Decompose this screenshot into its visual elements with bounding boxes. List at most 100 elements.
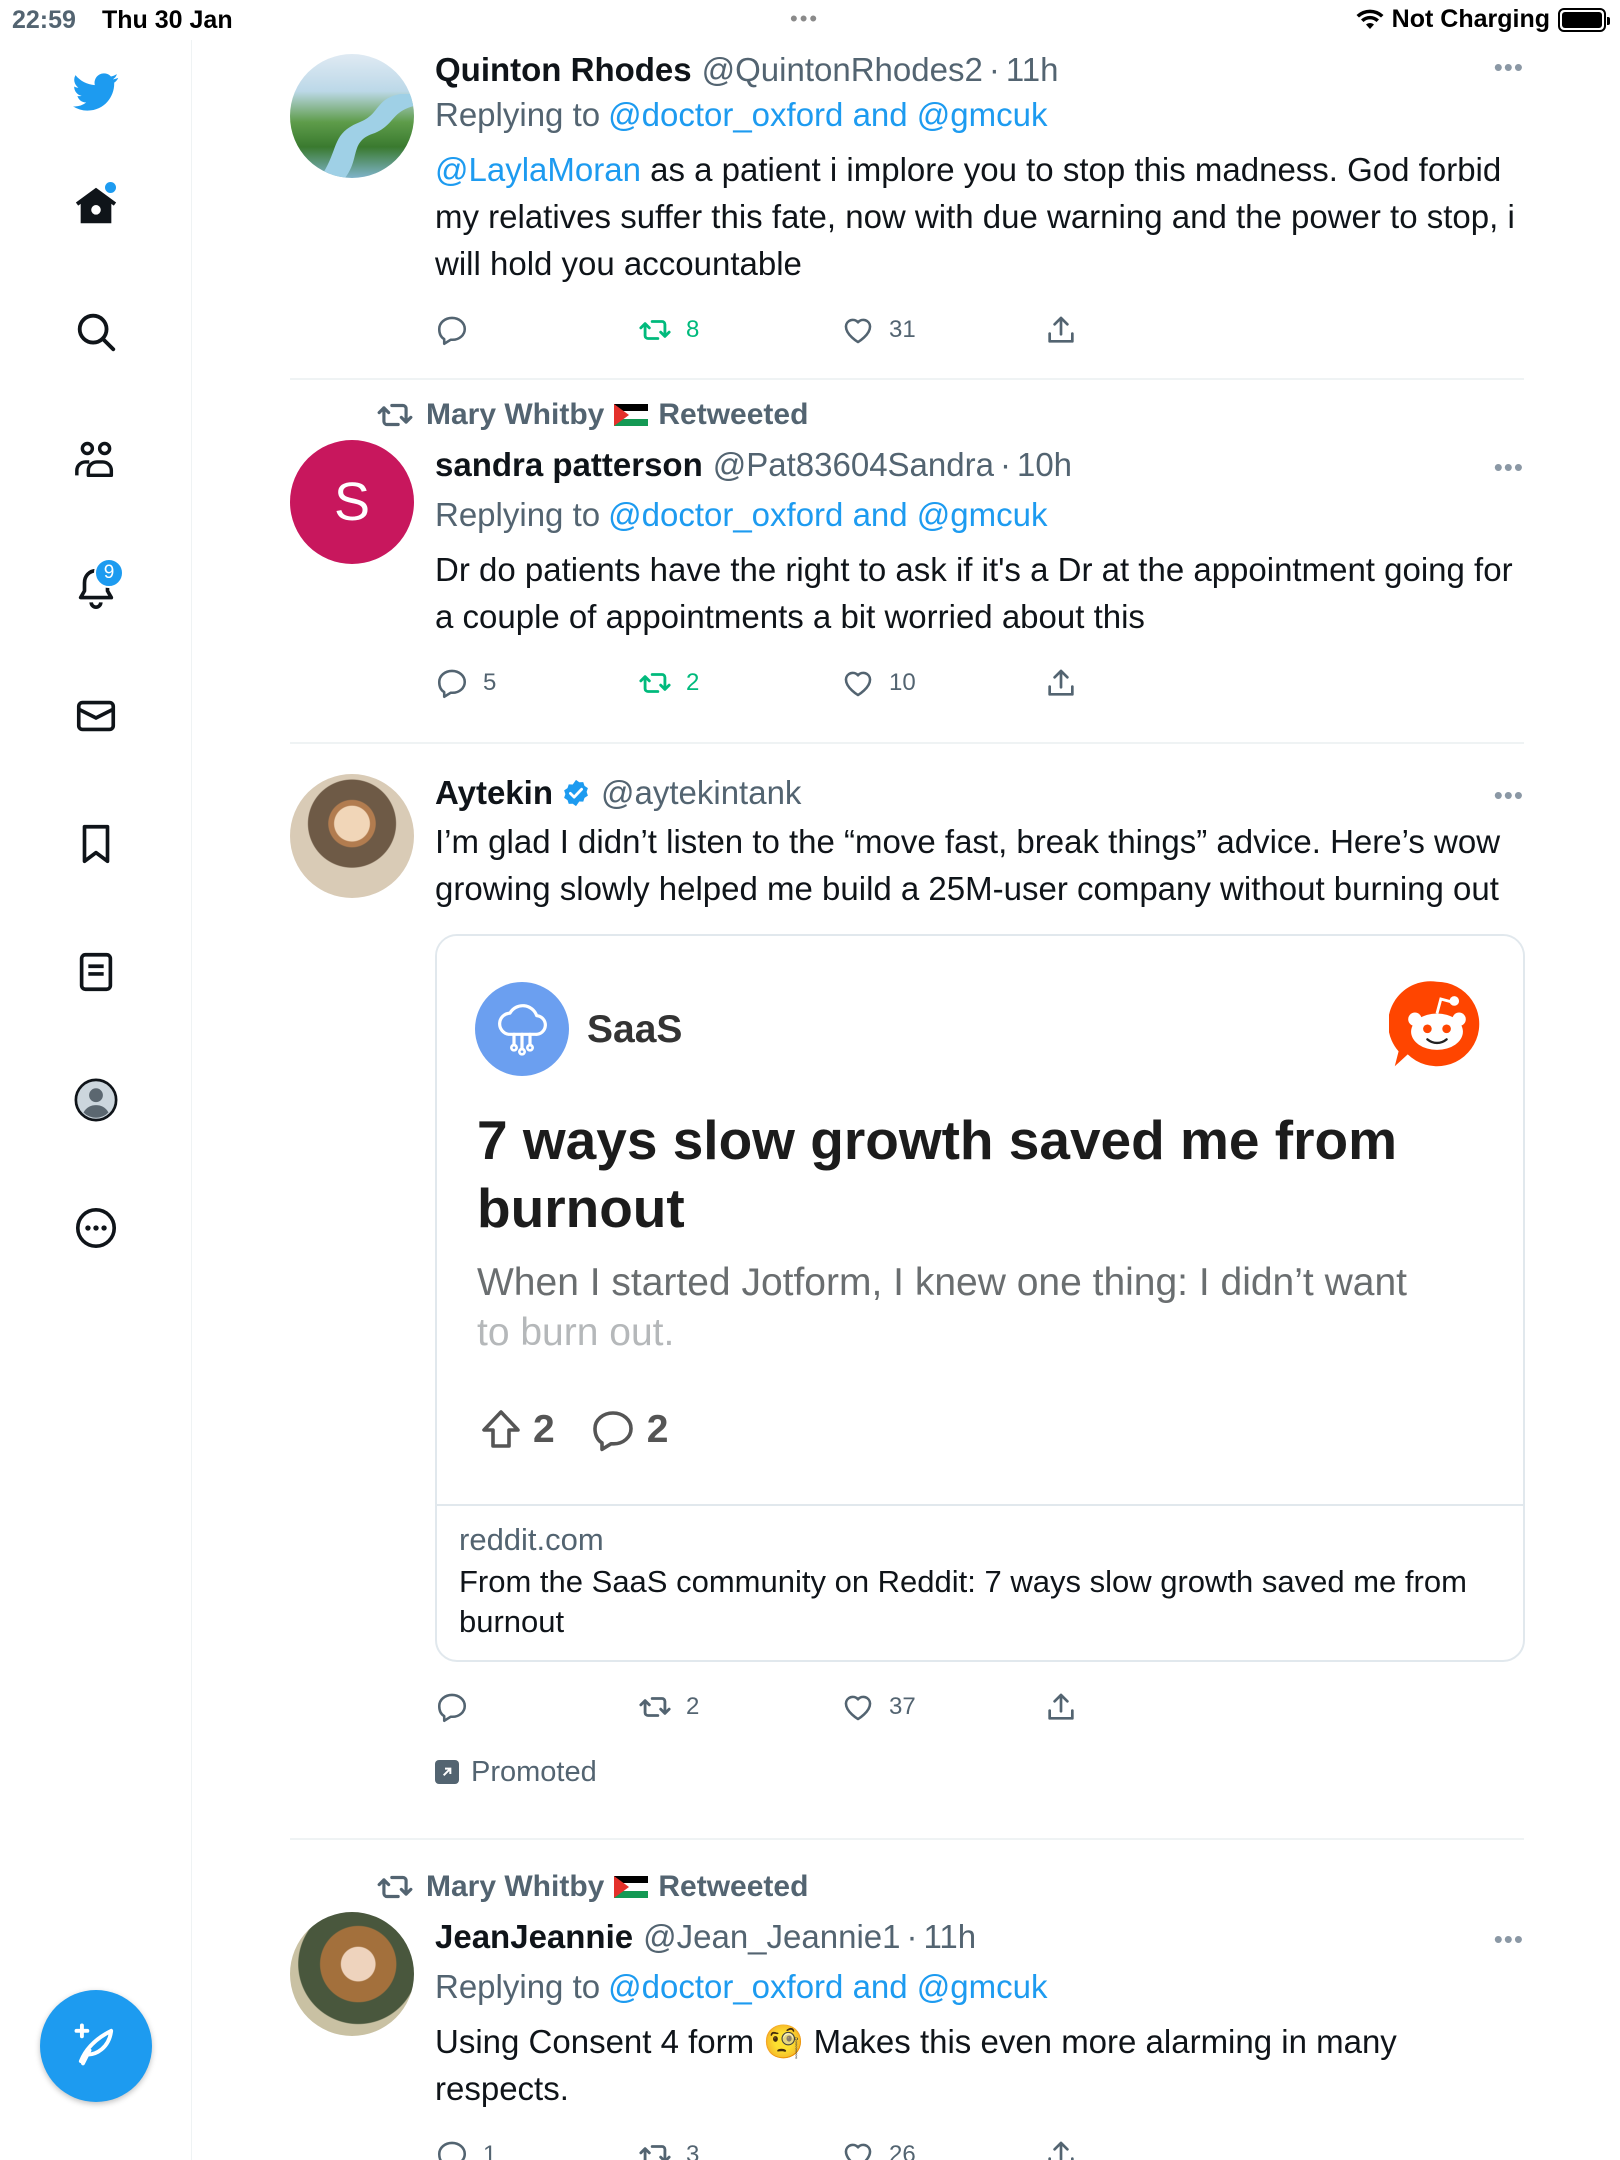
like-count: 37 [889,1693,916,1720]
reply-button[interactable]: 5 [435,666,638,700]
card-meta[interactable]: reddit.com From the SaaS community on Re… [437,1506,1523,1660]
heart-icon [844,318,872,344]
reply-icon [437,669,467,699]
share-button[interactable] [1044,666,1247,700]
retweet-count: 3 [686,2141,700,2160]
tweet-text: Using Consent 4 form 🧐 Makes this even m… [435,2018,1524,2112]
tweet-body-start: Using Consent 4 form [435,2023,764,2060]
tweet-time[interactable]: 11h [1006,51,1059,89]
reply-button[interactable]: 1 [435,2138,638,2160]
replying-to-link[interactable]: @doctor_oxford and @gmcuk [608,496,1047,534]
reply-button[interactable] [435,313,638,347]
reply-icon [437,1693,467,1723]
more-options-icon[interactable]: ••• [1494,780,1524,811]
display-name[interactable]: Quinton Rhodes [435,51,692,89]
retweeter-name[interactable]: Mary Whitby [426,398,604,432]
mention-link[interactable]: @LaylaMoran [435,151,641,188]
replying-to-link[interactable]: @doctor_oxford and @gmcuk [608,96,1047,134]
user-handle[interactable]: @Jean_Jeannie1 [643,1918,900,1956]
retweet-context: Mary Whitby Retweeted [376,1862,1524,1912]
user-handle[interactable]: @QuintonRhodes2 [702,51,983,89]
retweet-count: 2 [686,1693,700,1720]
tweet-text: I’m glad I didn’t listen to the “move fa… [435,823,1501,907]
avatar[interactable] [290,1912,414,2036]
lists-icon [79,952,113,992]
comment-count: 2 [646,1408,669,1451]
retweet-icon [639,320,671,340]
share-icon [1048,316,1074,343]
more-options-icon[interactable]: ••• [1494,52,1524,83]
tweet[interactable]: Mary Whitby Retweeted JeanJeannie @Jean_… [290,1840,1524,2160]
more-circle-icon [75,1207,117,1249]
promoted-tweet[interactable]: Aytekin @aytekintank ••• I’m glad I didn… [290,744,1525,1840]
nav-profile[interactable] [66,1070,126,1130]
like-button[interactable]: 10 [841,666,1044,700]
link-card[interactable]: SaaS 7 ways slow growth saved me from bu… [435,934,1525,1662]
charging-status: Not Charging [1391,5,1550,33]
retweet-button[interactable]: 2 [638,1690,841,1724]
like-button[interactable]: 26 [841,2138,1044,2160]
nav-messages[interactable] [66,686,126,746]
avatar[interactable] [290,774,414,898]
tweet-text: @LaylaMoran as a patient i implore you t… [435,146,1524,287]
card-preview-description: When I started Jotform, I knew one thing… [477,1258,1477,1358]
like-button[interactable]: 37 [841,1690,1044,1724]
tweet-time[interactable]: 11h [924,1918,977,1956]
card-stats: 2 2 [477,1406,668,1454]
like-button[interactable]: 31 [841,313,1044,347]
retweet-context: Mary Whitby Retweeted [376,390,1524,440]
share-button[interactable] [1044,313,1247,347]
notifications-badge: 9 [94,558,124,588]
avatar[interactable]: S [290,440,414,564]
card-title: From the SaaS community on Reddit: 7 way… [459,1564,1467,1639]
reply-count: 5 [483,669,497,696]
reply-icon [437,316,467,346]
saas-community-logo [475,982,569,1076]
card-preview-image[interactable]: SaaS 7 ways slow growth saved me from bu… [437,936,1523,1506]
share-button[interactable] [1044,2138,1247,2160]
retweet-button[interactable]: 8 [638,313,841,347]
tweet-text: Dr do patients have the right to ask if … [435,551,1513,635]
cloud-circuit-icon [498,1004,547,1056]
tweet[interactable]: Quinton Rhodes @QuintonRhodes2 · 11h •••… [290,40,1524,380]
avatar[interactable] [290,54,414,178]
card-desc-fade: to burn out. [477,1311,675,1354]
display-name[interactable]: JeanJeannie [435,1918,633,1956]
reply-count: 1 [483,2141,497,2160]
retweet-button[interactable]: 3 [638,2138,841,2160]
retweet-count: 8 [686,316,700,343]
nav-bookmarks[interactable] [66,814,126,874]
like-count: 31 [889,316,916,343]
tweet-time[interactable]: 10h [1017,446,1072,484]
display-name[interactable]: Aytekin [435,774,553,812]
nav-more[interactable] [66,1198,126,1258]
multitasking-dots-icon[interactable]: ••• [790,6,819,32]
reply-button[interactable] [435,1690,638,1724]
nav-communities[interactable] [66,430,126,490]
display-name[interactable]: sandra patterson [435,446,703,484]
tweet-actions: 1 3 26 [435,2118,1524,2160]
retweet-context-icon [377,403,413,427]
retweet-button[interactable]: 2 [638,666,841,700]
twitter-logo-icon[interactable] [66,62,126,122]
more-options-icon[interactable]: ••• [1494,452,1524,483]
replying-to: Replying to @doctor_oxford and @gmcuk [435,490,1524,540]
community-name: SaaS [587,1008,683,1051]
replying-to-link[interactable]: @doctor_oxford and @gmcuk [608,1968,1047,2006]
nav-home[interactable] [66,176,126,236]
retweet-context-icon [377,1875,413,1899]
palestine-flag-icon [614,404,649,426]
share-button[interactable] [1044,1690,1247,1724]
share-icon [1048,2141,1074,2160]
nav-lists[interactable] [66,942,126,1002]
nav-explore[interactable] [66,302,126,362]
retweet-count: 2 [686,669,700,696]
search-icon [77,313,116,352]
compose-tweet-button[interactable] [40,1990,152,2102]
user-handle[interactable]: @Pat83604Sandra [713,446,994,484]
tweet[interactable]: Mary Whitby Retweeted S sandra patterson… [290,380,1524,744]
nav-notifications[interactable]: 9 [66,558,126,618]
more-options-icon[interactable]: ••• [1494,1924,1524,1955]
user-handle[interactable]: @aytekintank [601,774,801,812]
retweeter-name[interactable]: Mary Whitby [426,1870,604,1904]
